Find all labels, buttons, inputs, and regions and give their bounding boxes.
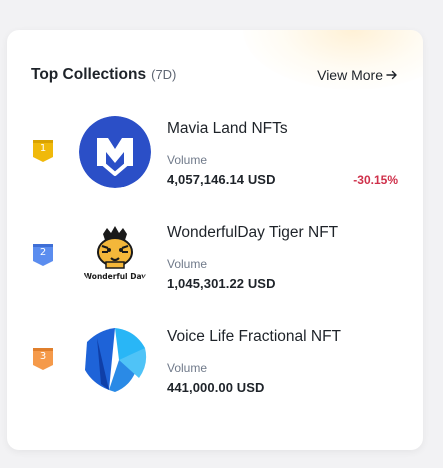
rank-number: 2 (39, 247, 47, 258)
card-header: Top Collections (7D) View More (31, 64, 398, 86)
volume-value: 4,057,146.14 USD (167, 172, 276, 187)
collection-name[interactable]: Voice Life Fractional NFT (167, 328, 341, 346)
volume-value: 441,000.00 USD (167, 380, 265, 395)
volume-label: Volume (167, 153, 208, 167)
top-collections-card: Top Collections (7D) View More 1 Mavia L… (7, 30, 423, 450)
collection-name[interactable]: WonderfulDay Tiger NFT (167, 224, 338, 242)
rank-number: 1 (39, 143, 47, 154)
volume-value: 1,045,301.22 USD (167, 276, 276, 291)
rank-badge: 1 (33, 140, 53, 162)
view-more-label: View More (317, 67, 383, 83)
voice-life-logo-icon[interactable] (79, 324, 151, 396)
rank-badge: 3 (33, 348, 53, 370)
card-title: Top Collections (31, 66, 147, 83)
volume-label: Volume (167, 361, 208, 375)
period-label: (7D) (151, 67, 177, 82)
volume-label: Volume (167, 257, 208, 271)
rank-number: 3 (39, 351, 47, 362)
collection-row[interactable]: 1 Mavia Land NFTs Volume 4,057,146.14 US… (7, 110, 423, 200)
mavia-logo-icon[interactable] (79, 116, 151, 188)
collection-name[interactable]: Mavia Land NFTs (167, 120, 288, 138)
view-more-link[interactable]: View More (317, 67, 398, 83)
arrow-right-icon (386, 69, 398, 81)
change-percent: -30.15% (353, 173, 398, 187)
collection-row[interactable]: 2 Wonderful Day WonderfulDay Tiger NFT V… (7, 214, 423, 304)
title-group: Top Collections (7D) (31, 66, 176, 84)
rank-badge: 2 (33, 244, 53, 266)
collection-row[interactable]: 3 Voice Life Fractional NFT Volume 441,0… (7, 318, 423, 408)
tiger-logo-text: Wonderful Day (83, 272, 147, 281)
tiger-logo-icon[interactable]: Wonderful Day (79, 220, 151, 292)
